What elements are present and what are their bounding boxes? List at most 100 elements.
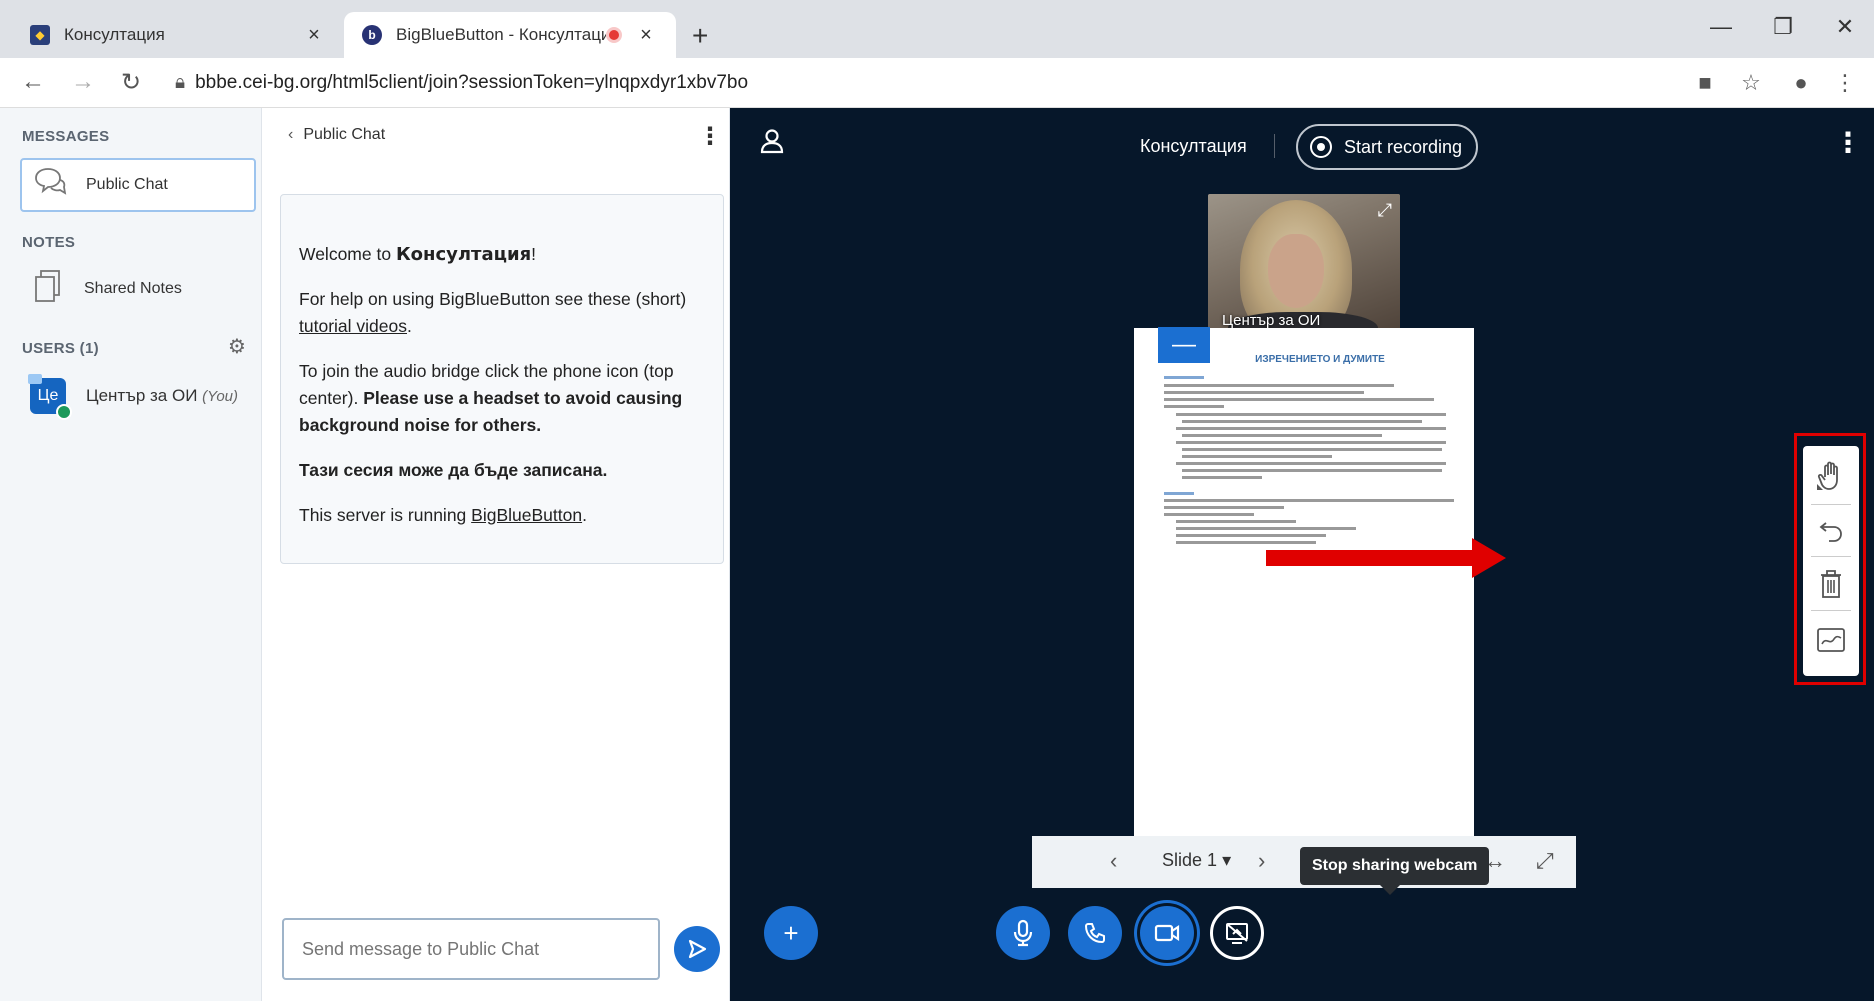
back-button[interactable]: ←: [18, 68, 48, 96]
slide-text-line: [1176, 462, 1446, 465]
help-text: For help on using BigBlueButton see thes…: [299, 289, 687, 309]
slide-text-line: [1176, 413, 1446, 416]
minimize-button[interactable]: —: [1706, 14, 1736, 40]
webcam-toggle-button[interactable]: [1140, 906, 1194, 960]
webcam-video[interactable]: Център за ОИ ⤢: [1208, 194, 1400, 340]
whiteboard-toggle-icon[interactable]: [1811, 620, 1851, 660]
bigbluebutton-link[interactable]: BigBlueButton: [471, 505, 582, 525]
undo-icon[interactable]: [1811, 510, 1851, 550]
slide-text-line: [1176, 534, 1326, 537]
site-favicon-icon: ◆: [30, 25, 50, 45]
tab-close-icon[interactable]: ×: [634, 24, 658, 47]
slide-label: Slide 1: [1162, 850, 1218, 870]
slide-text-line: [1176, 527, 1356, 530]
users-section-title: USERS (1): [22, 340, 99, 357]
red-arrow-annotation: [1266, 538, 1506, 578]
next-slide-icon[interactable]: ›: [1258, 848, 1265, 874]
browser-tab-consultation[interactable]: ◆ Консултация ×: [12, 12, 344, 58]
new-tab-button[interactable]: +: [692, 20, 708, 52]
menu-icon[interactable]: ⋮: [1830, 70, 1860, 96]
lock-icon: 🔒︎: [175, 72, 186, 93]
tutorial-videos-link[interactable]: tutorial videos: [299, 316, 407, 336]
chat-title: Public Chat: [303, 126, 386, 143]
slide-text-line: [1164, 384, 1394, 387]
start-recording-button[interactable]: Start recording: [1296, 124, 1479, 170]
audio-phone-button[interactable]: [1068, 906, 1122, 960]
forward-button[interactable]: →: [68, 68, 98, 96]
room-name: Консултация: [395, 244, 532, 265]
help-punct: .: [406, 316, 412, 336]
slide-text-line: [1164, 513, 1254, 516]
camera-icon[interactable]: ■: [1690, 70, 1720, 96]
welcome-punct: !: [531, 244, 537, 264]
bbb-favicon-icon: b: [362, 25, 382, 45]
trash-icon[interactable]: [1811, 564, 1851, 604]
slide-text-line: [1164, 492, 1194, 495]
fullscreen-icon[interactable]: ⤢: [1378, 200, 1392, 221]
slide-text-line: [1182, 448, 1442, 451]
sidebar-item-public-chat[interactable]: Public Chat: [20, 158, 256, 212]
meeting-title: Консултация: [1140, 136, 1247, 156]
webcam-user-name: Център за ОИ: [1222, 312, 1321, 329]
slide-heading: ИЗРЕЧЕНИЕТО И ДУМИТЕ: [1255, 354, 1385, 365]
hand-tool-icon[interactable]: [1811, 456, 1851, 496]
tool-divider: [1811, 556, 1851, 557]
url-text: bbbe.cei-bg.org/html5client/join?session…: [195, 72, 749, 93]
gear-icon[interactable]: ⚙: [228, 334, 246, 359]
user-name: Център за ОИ (You): [86, 386, 238, 406]
user-name-text: Център за ОИ: [86, 386, 198, 405]
fullscreen-icon[interactable]: ⤢: [1536, 848, 1554, 874]
sidebar-item-shared-notes[interactable]: Shared Notes: [20, 262, 256, 316]
sidebar-item-label: Public Chat: [86, 176, 168, 193]
actions-plus-button[interactable]: +: [764, 906, 818, 960]
slide-text-line: [1176, 441, 1446, 444]
presenter-icon: [28, 374, 42, 384]
screen-share-button[interactable]: [1210, 906, 1264, 960]
restore-button[interactable]: ❐: [1768, 14, 1798, 40]
tool-divider: [1811, 504, 1851, 505]
slide-text-line: [1164, 376, 1204, 379]
chat-bubbles-icon: [32, 167, 68, 204]
profile-icon[interactable]: ●: [1786, 70, 1816, 96]
slide-text-line: [1182, 455, 1332, 458]
chat-options-icon[interactable]: ⋮: [698, 122, 722, 151]
messages-section-title: MESSAGES: [22, 128, 110, 145]
chat-message-input[interactable]: [282, 918, 660, 980]
minimize-presentation-button[interactable]: —: [1158, 327, 1210, 363]
chat-back-button[interactable]: ‹ Public Chat: [288, 126, 385, 144]
browser-tab-bar: ◆ Консултация × b BigBlueButton - Консул…: [0, 0, 1874, 58]
slide-select[interactable]: Slide 1 ▾: [1162, 850, 1231, 871]
server-punct: .: [582, 505, 587, 525]
slide-text-line: [1182, 420, 1422, 423]
reload-button[interactable]: ↻: [116, 68, 146, 97]
chevron-down-icon: ▾: [1222, 850, 1232, 870]
browser-tab-bigbluebutton[interactable]: b BigBlueButton - Консултаци ×: [344, 12, 676, 58]
star-icon[interactable]: ☆: [1736, 70, 1766, 96]
microphone-button[interactable]: [996, 906, 1050, 960]
send-message-button[interactable]: [674, 926, 720, 972]
chevron-left-icon: ‹: [288, 126, 294, 143]
address-bar: ← → ↻ 🔒︎ bbbe.cei-bg.org/html5client/join…: [0, 58, 1874, 108]
user-toggle-icon[interactable]: [760, 128, 784, 161]
tab-title: BigBlueButton - Консултаци: [396, 25, 606, 44]
slide-text-line: [1182, 434, 1382, 437]
screen-share-off-icon: [1226, 923, 1248, 944]
options-menu-icon[interactable]: ⋮: [1834, 126, 1862, 159]
welcome-text: Welcome to: [299, 244, 396, 264]
public-chat-panel: ‹ Public Chat ⋮ Welcome to Консултация! F…: [262, 108, 730, 1001]
record-icon: [1310, 136, 1332, 158]
user-list-item[interactable]: Це Център за ОИ (You): [28, 374, 238, 420]
tab-close-icon[interactable]: ×: [302, 24, 326, 47]
previous-slide-icon[interactable]: ‹: [1110, 848, 1117, 874]
slide-text-line: [1176, 427, 1446, 430]
record-label: Start recording: [1344, 136, 1463, 157]
bbb-app: MESSAGES Public Chat NOTES Shared Notes …: [0, 108, 1874, 1001]
tab-title: Консултация: [64, 25, 165, 44]
welcome-message: Welcome to Консултация! For help on usin…: [280, 194, 724, 564]
annotation-toolbar: [1803, 446, 1859, 676]
close-window-button[interactable]: ✕: [1830, 14, 1860, 40]
welcome-line: Welcome to Консултация!: [299, 241, 705, 268]
microphone-icon: [1013, 919, 1033, 947]
url-field[interactable]: 🔒︎ bbbe.cei-bg.org/html5client/join?sessi…: [175, 72, 748, 94]
slide-text-line: [1164, 398, 1434, 401]
